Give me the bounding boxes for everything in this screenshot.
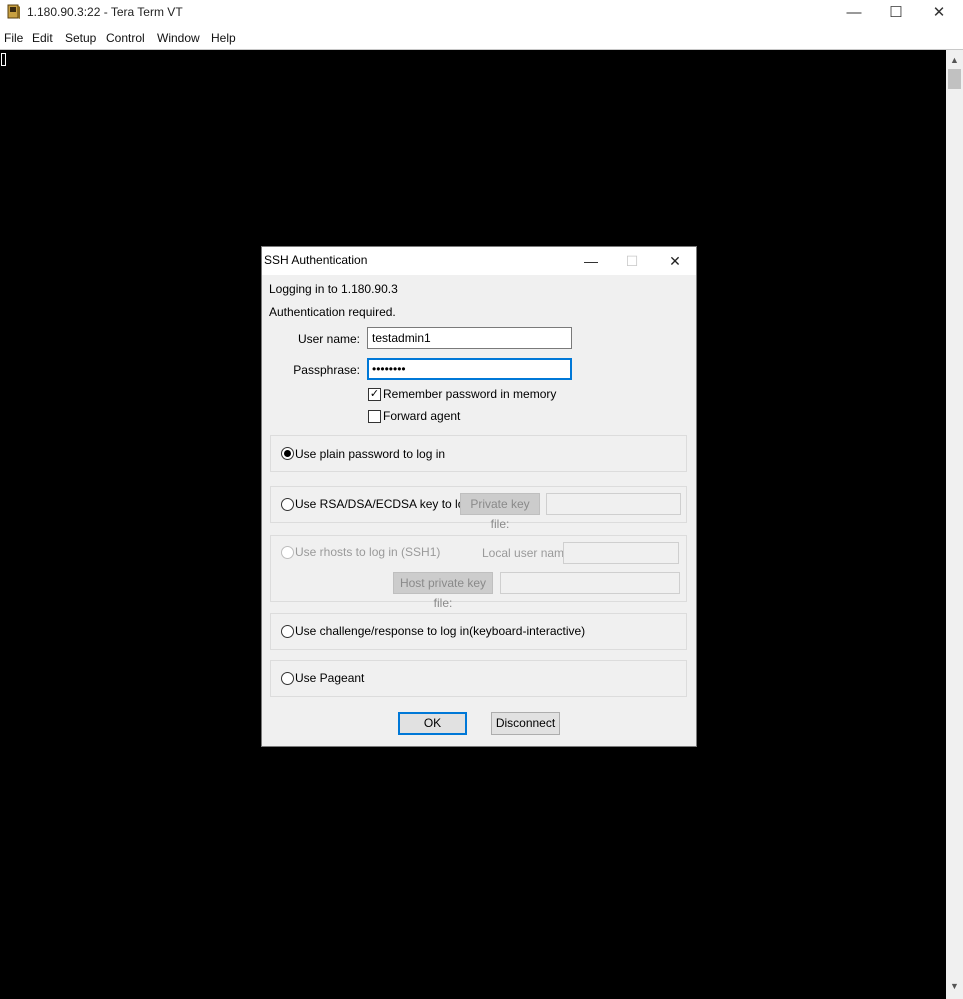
logging-in-text: Logging in to 1.180.90.3: [269, 282, 398, 296]
menu-help[interactable]: Help: [211, 31, 236, 45]
challenge-response-label[interactable]: Use challenge/response to log in(keyboar…: [295, 624, 585, 638]
pageant-group: Use Pageant: [270, 660, 687, 697]
remember-password-checkbox[interactable]: ✓: [368, 388, 381, 401]
vertical-scrollbar[interactable]: ▲ ▼: [946, 50, 963, 999]
username-input[interactable]: testadmin1: [367, 327, 572, 349]
pageant-radio[interactable]: [281, 672, 294, 685]
private-key-file-input: [546, 493, 681, 515]
minimize-button[interactable]: —: [832, 0, 876, 24]
dialog-titlebar: SSH Authentication — ☐ ✕: [262, 247, 696, 275]
plain-password-label[interactable]: Use plain password to log in: [295, 447, 445, 461]
pageant-label[interactable]: Use Pageant: [295, 671, 364, 685]
dialog-title: SSH Authentication: [264, 253, 368, 267]
menu-window[interactable]: Window: [157, 31, 200, 45]
challenge-response-radio[interactable]: [281, 625, 294, 638]
plain-password-group: Use plain password to log in: [270, 435, 687, 472]
scrollbar-thumb[interactable]: [948, 69, 961, 89]
username-label: User name:: [297, 332, 360, 346]
window-titlebar: 1.180.90.3:22 - Tera Term VT — ☐ ✕: [0, 0, 963, 26]
local-user-name-label: Local user name:: [482, 546, 575, 560]
forward-agent-checkbox[interactable]: [368, 410, 381, 423]
scroll-up-icon[interactable]: ▲: [946, 52, 963, 69]
disconnect-button[interactable]: Disconnect: [491, 712, 560, 735]
rhosts-radio: [281, 546, 294, 559]
dialog-close-button[interactable]: ✕: [657, 249, 693, 273]
host-private-key-file-input: [500, 572, 680, 594]
plain-password-radio[interactable]: [281, 447, 294, 460]
menu-edit[interactable]: Edit: [32, 31, 53, 45]
rhosts-label: Use rhosts to log in (SSH1): [295, 545, 441, 559]
menu-control[interactable]: Control: [106, 31, 145, 45]
passphrase-label: Passphrase:: [293, 363, 360, 377]
challenge-response-group: Use challenge/response to log in(keyboar…: [270, 613, 687, 650]
rsa-key-label[interactable]: Use RSA/DSA/ECDSA key to log in: [295, 497, 484, 511]
remember-password-label[interactable]: Remember password in memory: [383, 387, 556, 401]
ssh-authentication-dialog: SSH Authentication — ☐ ✕ Logging in to 1…: [261, 246, 697, 747]
close-button[interactable]: ✕: [917, 0, 961, 24]
rhosts-group: Use rhosts to log in (SSH1) Local user n…: [270, 535, 687, 610]
ok-button[interactable]: OK: [398, 712, 467, 735]
terminal-cursor: [1, 53, 6, 66]
local-user-name-input: [563, 542, 679, 564]
scroll-down-icon[interactable]: ▼: [946, 978, 963, 995]
maximize-button[interactable]: ☐: [874, 0, 918, 24]
auth-required-text: Authentication required.: [269, 305, 396, 319]
passphrase-input[interactable]: ••••••••: [367, 358, 572, 380]
menu-bar: File Edit Setup Control Window Help: [0, 26, 963, 50]
menu-file[interactable]: File: [4, 31, 23, 45]
dialog-maximize-button: ☐: [625, 252, 639, 269]
menu-setup[interactable]: Setup: [65, 31, 96, 45]
dialog-minimize-button[interactable]: —: [573, 249, 609, 273]
teraterm-icon: [7, 4, 20, 19]
window-title: 1.180.90.3:22 - Tera Term VT: [27, 5, 183, 19]
rsa-key-group: Use RSA/DSA/ECDSA key to log in Private …: [270, 486, 687, 531]
forward-agent-label[interactable]: Forward agent: [383, 409, 460, 423]
rsa-key-radio[interactable]: [281, 498, 294, 511]
host-private-key-file-button: Host private key file:: [393, 572, 493, 610]
private-key-file-button: Private key file:: [460, 493, 540, 531]
